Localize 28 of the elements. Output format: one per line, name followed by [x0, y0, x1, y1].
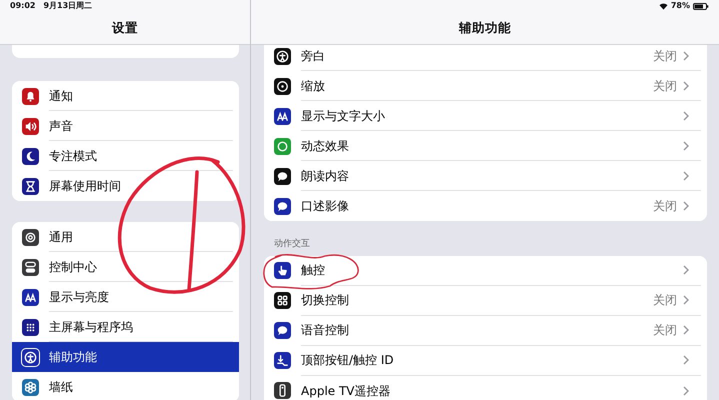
- chevron-icon: [683, 170, 689, 180]
- chevron-icon: [683, 355, 689, 365]
- status-value: 关闭: [653, 48, 677, 64]
- chevron-icon: [683, 140, 689, 150]
- chevron-icon: [683, 110, 689, 120]
- sidebar-item[interactable]: 通用: [12, 222, 239, 252]
- chevron-icon: [683, 80, 689, 90]
- status-time: 09:02: [10, 0, 36, 12]
- page-title: 设置: [112, 19, 138, 38]
- chevron-icon: [683, 325, 689, 335]
- chevron-icon: [683, 50, 689, 60]
- settings-row[interactable]: 触控: [264, 256, 707, 286]
- status-date: 9月13日周二: [43, 0, 92, 12]
- chevron-icon: [683, 295, 689, 305]
- wifi-icon: [658, 2, 668, 10]
- battery-percentage: 78%: [670, 0, 690, 12]
- status-value: 关闭: [653, 78, 677, 94]
- page-title: 辅助功能: [459, 19, 511, 38]
- sidebar-item[interactable]: 通知: [12, 81, 239, 111]
- status-value: 关闭: [653, 292, 677, 309]
- chevron-icon: [683, 265, 689, 275]
- section-header: 动作交互: [273, 238, 311, 251]
- chevron-icon: [683, 386, 689, 396]
- battery-icon: [693, 2, 709, 10]
- sidebar-item[interactable]: 辅助功能: [12, 342, 239, 372]
- chevron-icon: [683, 201, 689, 211]
- status-value: 关闭: [653, 322, 677, 339]
- status-value: 关闭: [653, 198, 677, 215]
